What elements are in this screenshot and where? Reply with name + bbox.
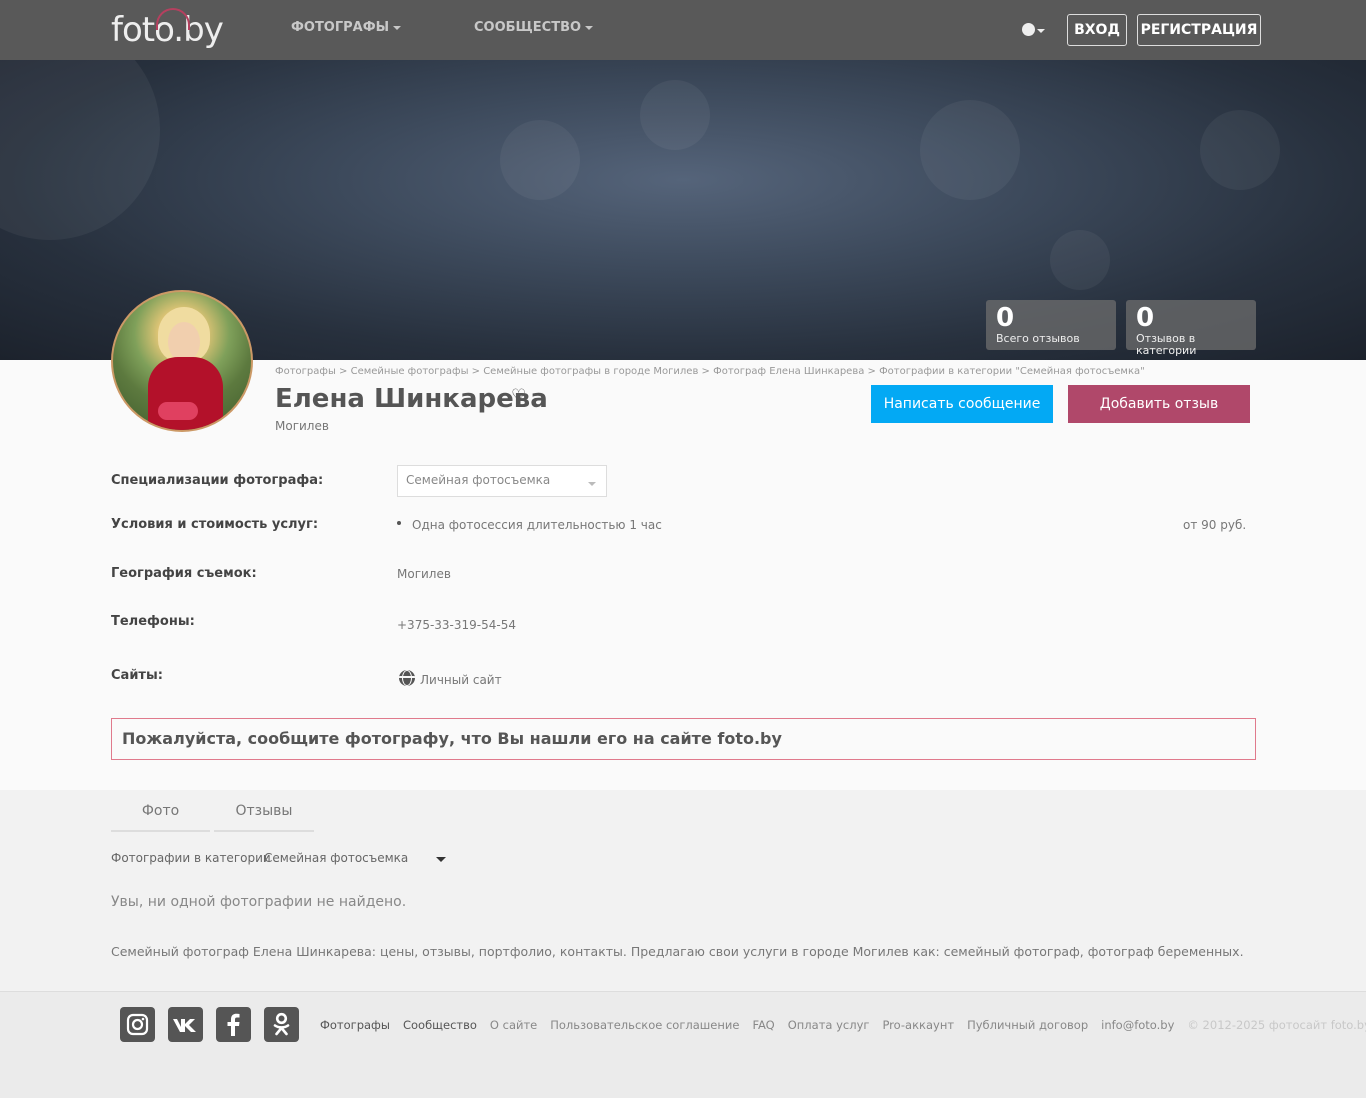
caret-down-icon: [1037, 29, 1045, 33]
vk-glyph: [173, 1019, 196, 1032]
footer-link-pro[interactable]: Pro-аккаунт: [882, 1018, 954, 1032]
banner-bokeh: [640, 80, 710, 150]
category-reviews-stat: 0 Отзывов в категории: [1126, 300, 1256, 357]
footer-link-agreement[interactable]: Пользовательское соглашение: [550, 1018, 739, 1032]
nav-photographers-label: ФОТОГРАФЫ: [291, 20, 390, 35]
footer-link-faq[interactable]: FAQ: [752, 1018, 774, 1032]
nav-community-dropdown[interactable]: СООБЩЕСТВО: [474, 20, 594, 35]
tab-photo[interactable]: Фото: [111, 790, 210, 832]
category-filter-value: Семейная фотосъемка: [264, 851, 409, 865]
site-logo[interactable]: foto.by: [111, 6, 241, 50]
caret-down-icon: [436, 857, 446, 862]
seo-description: Семейный фотограф Елена Шинкарева: цены,…: [111, 944, 1244, 959]
specialization-select-value: Семейная фотосъемка: [406, 473, 551, 487]
category-reviews-value: 0: [1136, 303, 1155, 333]
bullet-icon: [397, 521, 401, 525]
filter-label: Фотографии в категории: [111, 851, 271, 865]
instagram-glyph: [126, 1013, 149, 1036]
photographer-avatar: [111, 290, 253, 432]
facebook-glyph: [227, 1013, 240, 1036]
footer-link-email[interactable]: info@foto.by: [1101, 1018, 1174, 1032]
favorite-heart-icon[interactable]: ♡: [511, 386, 526, 406]
empty-photos-message: Увы, ни одной фотографии не найдено.: [111, 894, 407, 910]
category-reviews-label: Отзывов в категории: [1136, 332, 1197, 357]
photographer-city: Могилев: [275, 419, 329, 433]
instagram-icon[interactable]: [120, 1007, 155, 1042]
total-reviews-stat: 0 Всего отзывов: [986, 300, 1116, 350]
caret-down-icon: [585, 25, 594, 30]
banner-bokeh: [920, 100, 1020, 200]
language-dropdown[interactable]: [1022, 21, 1046, 37]
service-price: от 90 руб.: [1183, 518, 1247, 532]
caret-down-icon: [393, 25, 402, 30]
service-item: Одна фотосессия длительностью 1 час: [412, 518, 662, 532]
sites-label: Сайты:: [111, 668, 163, 683]
specialization-select[interactable]: Семейная фотосъемка: [397, 465, 607, 497]
avatar-face: [168, 322, 200, 362]
geography-value: Могилев: [397, 567, 451, 581]
write-message-button[interactable]: Написать сообщение: [871, 385, 1053, 423]
banner-bokeh: [1200, 110, 1280, 190]
total-reviews-label: Всего отзывов: [996, 332, 1080, 345]
avatar-flowers: [158, 402, 198, 420]
footer-copyright: © 2012-2025 фотосайт foto.by: [1187, 1018, 1366, 1032]
photographer-name: Елена Шинкарева: [275, 384, 548, 414]
phone-value[interactable]: +375-33-319-54-54: [397, 618, 516, 632]
services-label: Условия и стоимость услуг:: [111, 517, 319, 532]
phones-label: Телефоны:: [111, 614, 195, 629]
register-button[interactable]: РЕГИСТРАЦИЯ: [1137, 14, 1261, 46]
banner-bokeh: [0, 60, 160, 240]
category-filter-select[interactable]: Семейная фотосъемка: [264, 851, 449, 865]
nav-community-label: СООБЩЕСТВО: [474, 20, 582, 35]
avatar-body: [148, 357, 223, 430]
footer-links: Фотографы Сообщество О сайте Пользовательск…: [320, 1018, 1366, 1032]
banner-bokeh: [500, 120, 580, 200]
total-reviews-value: 0: [996, 303, 1015, 333]
navbar: foto.by ФОТОГРАФЫ СООБЩЕСТВО ВХОД РЕГИСТ…: [0, 0, 1366, 60]
footer-link-contract[interactable]: Публичный договор: [967, 1018, 1088, 1032]
footer-link-about[interactable]: О сайте: [490, 1018, 537, 1032]
odnoklassniki-glyph: [273, 1012, 290, 1036]
notice-banner: Пожалуйста, сообщите фотографу, что Вы н…: [111, 718, 1256, 760]
globe-icon: [1022, 23, 1035, 36]
footer: [0, 991, 1366, 1098]
login-button[interactable]: ВХОД: [1067, 14, 1127, 46]
odnoklassniki-icon[interactable]: [264, 1007, 299, 1042]
nav-photographers-dropdown[interactable]: ФОТОГРАФЫ: [291, 20, 402, 35]
footer-link-photographers[interactable]: Фотографы: [320, 1018, 390, 1032]
personal-site-link[interactable]: Личный сайт: [420, 673, 502, 687]
geography-label: География съемок:: [111, 566, 257, 581]
tab-reviews[interactable]: Отзывы: [214, 790, 314, 832]
footer-link-payment[interactable]: Оплата услуг: [788, 1018, 870, 1032]
add-review-button[interactable]: Добавить отзыв: [1068, 385, 1250, 423]
banner-bokeh: [1050, 230, 1110, 290]
breadcrumb[interactable]: Фотографы > Семейные фотографы > Семейны…: [275, 366, 1145, 377]
vk-icon[interactable]: [168, 1007, 203, 1042]
specializations-label: Специализации фотографа:: [111, 473, 324, 488]
facebook-icon[interactable]: [216, 1007, 251, 1042]
caret-down-icon: [588, 482, 596, 486]
globe-icon: [399, 670, 415, 686]
footer-link-community[interactable]: Сообщество: [403, 1018, 477, 1032]
